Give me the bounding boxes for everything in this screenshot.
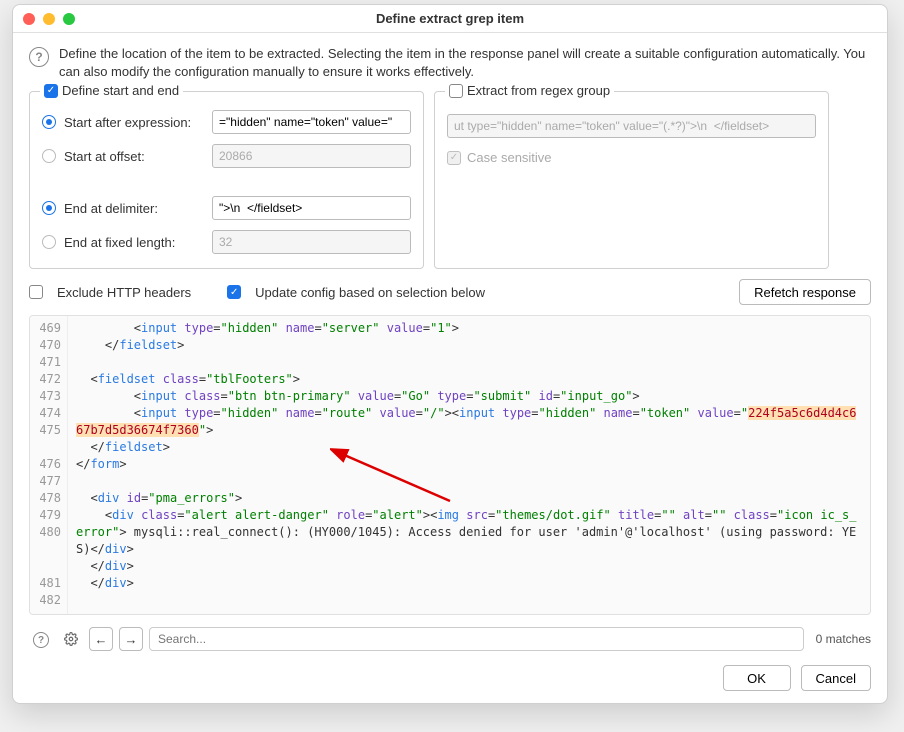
end-at-fixed-length-input bbox=[212, 230, 411, 254]
end-at-delimiter-row[interactable]: End at delimiter: bbox=[42, 196, 411, 220]
search-input[interactable] bbox=[149, 627, 804, 651]
description-text: Define the location of the item to be ex… bbox=[59, 45, 871, 81]
help-icon-small[interactable]: ? bbox=[29, 627, 53, 651]
dialog-footer: OK Cancel bbox=[29, 661, 871, 691]
content-area: ? Define the location of the item to be … bbox=[13, 33, 887, 703]
window-title: Define extract grep item bbox=[13, 11, 887, 26]
regex-group-label: Extract from regex group bbox=[467, 83, 610, 98]
regex-input bbox=[447, 114, 816, 138]
config-panels: ✓ Define start and end Start after expre… bbox=[29, 91, 871, 269]
regex-group-checkbox[interactable] bbox=[449, 84, 463, 98]
titlebar: Define extract grep item bbox=[13, 5, 887, 33]
end-at-delimiter-radio[interactable] bbox=[42, 201, 56, 215]
help-icon[interactable]: ? bbox=[29, 47, 49, 67]
define-start-end-label: Define start and end bbox=[62, 83, 179, 98]
end-at-fixed-length-row[interactable]: End at fixed length: bbox=[42, 230, 411, 254]
dialog-window: Define extract grep item ? Define the lo… bbox=[12, 4, 888, 704]
end-at-fixed-length-label: End at fixed length: bbox=[64, 235, 204, 250]
start-after-expression-input[interactable] bbox=[212, 110, 411, 134]
line-number-gutter: 469470471472473474475 476477478479480 48… bbox=[30, 316, 68, 614]
regex-group-panel: Extract from regex group ✓ Case sensitiv… bbox=[434, 91, 829, 269]
gear-icon[interactable] bbox=[59, 627, 83, 651]
search-prev-button[interactable]: ← bbox=[89, 627, 113, 651]
start-after-expression-label: Start after expression: bbox=[64, 115, 204, 130]
code-area[interactable]: <input type="hidden" name="server" value… bbox=[68, 316, 870, 614]
start-at-offset-radio[interactable] bbox=[42, 149, 56, 163]
start-at-offset-input bbox=[212, 144, 411, 168]
response-panel[interactable]: 469470471472473474475 476477478479480 48… bbox=[29, 315, 871, 615]
search-matches-count: 0 matches bbox=[816, 632, 871, 646]
start-at-offset-row[interactable]: Start at offset: bbox=[42, 144, 411, 168]
options-row: Exclude HTTP headers ✓ Update config bas… bbox=[29, 279, 871, 305]
start-after-expression-radio[interactable] bbox=[42, 115, 56, 129]
end-at-delimiter-input[interactable] bbox=[212, 196, 411, 220]
end-at-fixed-length-radio[interactable] bbox=[42, 235, 56, 249]
ok-button[interactable]: OK bbox=[723, 665, 791, 691]
case-sensitive-label: Case sensitive bbox=[467, 150, 552, 165]
start-at-offset-label: Start at offset: bbox=[64, 149, 204, 164]
description-row: ? Define the location of the item to be … bbox=[29, 45, 871, 81]
regex-group-header[interactable]: Extract from regex group bbox=[445, 83, 614, 98]
start-after-expression-row[interactable]: Start after expression: bbox=[42, 110, 411, 134]
define-start-end-panel: ✓ Define start and end Start after expre… bbox=[29, 91, 424, 269]
refetch-response-button[interactable]: Refetch response bbox=[739, 279, 871, 305]
end-at-delimiter-label: End at delimiter: bbox=[64, 201, 204, 216]
define-start-end-checkbox[interactable]: ✓ bbox=[44, 84, 58, 98]
exclude-http-headers-label: Exclude HTTP headers bbox=[57, 285, 191, 300]
search-next-button[interactable]: → bbox=[119, 627, 143, 651]
case-sensitive-checkbox: ✓ bbox=[447, 151, 461, 165]
exclude-http-headers-checkbox[interactable] bbox=[29, 285, 43, 299]
update-config-checkbox[interactable]: ✓ bbox=[227, 285, 241, 299]
update-config-label: Update config based on selection below bbox=[255, 285, 485, 300]
define-start-end-header[interactable]: ✓ Define start and end bbox=[40, 83, 183, 98]
case-sensitive-row: ✓ Case sensitive bbox=[447, 150, 816, 165]
cancel-button[interactable]: Cancel bbox=[801, 665, 871, 691]
search-row: ? ← → 0 matches bbox=[29, 627, 871, 651]
